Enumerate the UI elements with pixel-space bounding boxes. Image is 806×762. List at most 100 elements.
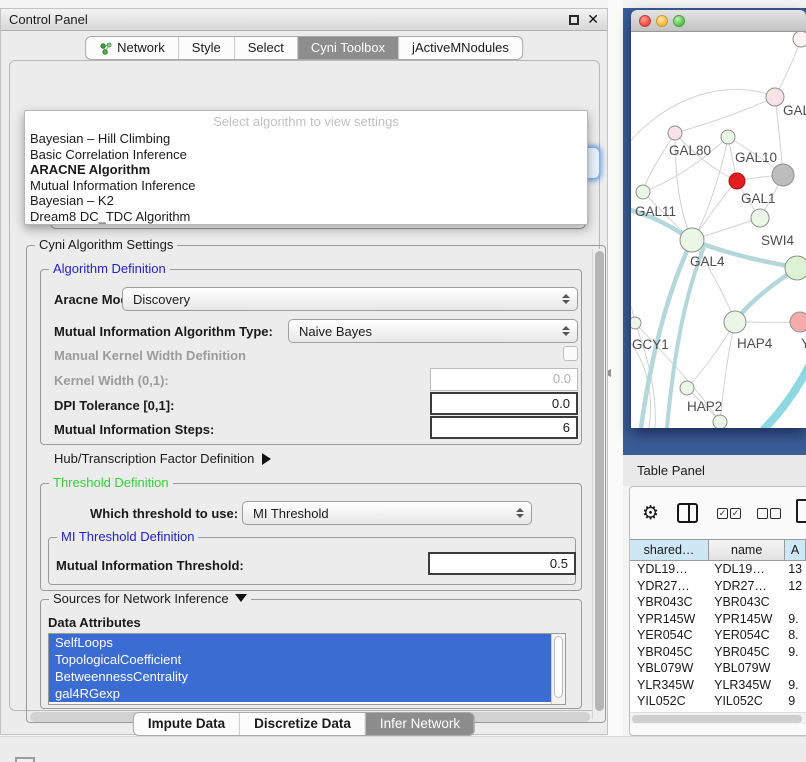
attribute-list-item[interactable]: gal4RGexp [49, 685, 553, 702]
algorithm-dropdown-placeholder: Select algorithm to view settings [25, 113, 587, 131]
mi-type-combo[interactable]: Naive Bayes [288, 319, 578, 343]
zoom-traffic-light[interactable] [673, 15, 685, 27]
network-node-gal[interactable] [766, 88, 784, 106]
algorithm-option[interactable]: Bayesian – K2 [25, 193, 587, 209]
sources-group-title[interactable]: Sources for Network Inference [49, 591, 251, 606]
dpi-tolerance-field[interactable]: 0.0 [430, 392, 578, 415]
checked-checkbox-icon[interactable]: ✓ [717, 508, 728, 519]
network-edge[interactable] [641, 240, 692, 428]
tab-cyni-toolbox[interactable]: Cyni Toolbox [297, 37, 398, 59]
table-cell: YDL19… [630, 561, 709, 578]
collapsed-panel-grip[interactable] [15, 757, 35, 762]
attribute-list-item[interactable]: SelfLoops [49, 634, 553, 651]
network-edge[interactable] [675, 97, 775, 133]
close-icon[interactable]: ✕ [587, 11, 599, 28]
network-node-y[interactable] [790, 312, 806, 332]
table-cell: YBR043C [709, 594, 785, 611]
split-divider[interactable] [608, 0, 623, 762]
network-edge[interactable] [643, 133, 675, 192]
network-node-gal11[interactable] [636, 185, 650, 199]
mi-steps-field[interactable]: 6 [430, 416, 578, 439]
table-column-header[interactable]: name [709, 540, 785, 560]
which-threshold-combo[interactable]: MI Threshold [242, 501, 532, 525]
table-horizontal-scrollbar[interactable] [630, 712, 806, 724]
network-node-hap4[interactable] [724, 311, 746, 333]
tab-select[interactable]: Select [234, 37, 297, 59]
network-node-gal4[interactable] [680, 228, 704, 252]
table-row[interactable]: YBL079WYBL079W [630, 660, 806, 677]
table-row[interactable]: YDL19…YDL19…13 [630, 561, 806, 578]
algorithm-option[interactable]: Dream8 DC_TDC Algorithm [25, 209, 587, 225]
network-edge[interactable] [775, 39, 801, 97]
network-node-gal10[interactable] [721, 130, 735, 144]
network-edge[interactable] [687, 322, 735, 388]
stepper-arrows-icon [562, 326, 570, 336]
aracne-mode-value: Discovery [133, 292, 190, 307]
network-node[interactable] [793, 32, 806, 47]
table-cell: 9. [785, 611, 806, 628]
tab-discretize-data[interactable]: Discretize Data [239, 713, 365, 735]
attribute-list-item[interactable]: TopologicalCoefficient [49, 651, 553, 668]
network-edge[interactable] [763, 354, 806, 428]
unchecked-checkbox-icon[interactable] [770, 508, 781, 519]
network-canvas[interactable]: GALGAL80GAL10GAL1GAL11SWI4GAL4GCY1HAP4YH… [631, 32, 806, 428]
table-column-header[interactable]: shared… [630, 540, 709, 560]
table-cell: YIL052C [709, 693, 785, 710]
network-node-gal1[interactable] [751, 209, 769, 227]
table-row[interactable]: YLR345WYLR345W9. [630, 677, 806, 694]
aracne-mode-combo[interactable]: Discovery [122, 287, 578, 311]
algorithm-option[interactable]: Bayesian – Hill Climbing [25, 131, 587, 147]
unchecked-checkbox-icon[interactable] [757, 508, 768, 519]
table-row[interactable]: YDR27…YDR27…12 [630, 578, 806, 595]
attribute-list-item[interactable]: BetweennessCentrality [49, 668, 553, 685]
table-cell: YBR043C [630, 594, 709, 611]
network-view-area: GALGAL80GAL10GAL1GAL11SWI4GAL4GCY1HAP4YH… [623, 8, 806, 455]
table-cell: 9. [785, 644, 806, 661]
table-cell: 12 [785, 578, 806, 595]
tab-infer-network[interactable]: Infer Network [365, 713, 474, 735]
minimize-traffic-light[interactable] [656, 15, 668, 27]
table-body: YDL19…YDL19…13YDR27…YDR27…12YBR043CYBR04… [630, 561, 806, 712]
table-row[interactable]: YPR145WYPR145W9. [630, 611, 806, 628]
algorithm-option[interactable]: ARACNE Algorithm [25, 162, 587, 178]
algorithm-option[interactable]: Basic Correlation Inference [25, 147, 587, 163]
algorithm-option[interactable]: Mutual Information Inference [25, 178, 587, 194]
split-columns-icon[interactable] [677, 503, 698, 523]
network-window-titlebar[interactable] [631, 10, 806, 32]
table-row[interactable]: YBR043CYBR043C [630, 594, 806, 611]
settings-scrollbar[interactable] [592, 249, 605, 719]
network-node-gcy1[interactable] [631, 317, 641, 329]
network-node[interactable] [713, 415, 727, 428]
network-node-label: SWI4 [761, 233, 794, 248]
float-icon[interactable] [569, 15, 579, 25]
network-node[interactable] [729, 173, 745, 189]
tab-style[interactable]: Style [178, 37, 234, 59]
table-row[interactable]: YER054CYER054C8. [630, 627, 806, 644]
table-row[interactable]: YBR045CYBR045C9. [630, 644, 806, 661]
tab-jactivemnodules[interactable]: jActiveMNodules [398, 37, 522, 59]
table-hscroll-thumb[interactable] [632, 715, 802, 723]
page-icon[interactable] [796, 499, 806, 523]
stepper-arrows-icon [516, 508, 524, 518]
attributes-scrollbar[interactable] [551, 634, 565, 704]
checked-checkbox-icon[interactable]: ✓ [730, 508, 741, 519]
settings-scrollbar-thumb[interactable] [595, 251, 604, 711]
network-node-swi4[interactable] [785, 256, 806, 280]
manual-kernel-checkbox[interactable] [563, 346, 578, 361]
table-column-header[interactable]: A [785, 540, 806, 560]
data-attributes-list[interactable]: SelfLoopsTopologicalCoefficientBetweenne… [48, 633, 566, 705]
network-node-gal80[interactable] [668, 126, 682, 140]
tab-impute-data[interactable]: Impute Data [134, 713, 239, 735]
mi-threshold-field[interactable]: 0.5 [428, 552, 576, 575]
table-row[interactable]: YIL052CYIL052C9 [630, 693, 806, 710]
attributes-scrollbar-thumb[interactable] [554, 636, 563, 698]
tab-network[interactable]: Network [86, 37, 178, 59]
network-node-hap2[interactable] [680, 381, 694, 395]
close-traffic-light[interactable] [639, 15, 651, 27]
network-node[interactable] [772, 164, 794, 186]
kernel-width-field[interactable]: 0.0 [430, 368, 578, 391]
gear-icon[interactable]: ⚙ [642, 503, 659, 523]
network-edge[interactable] [631, 89, 775, 150]
hub-tf-definition-expander[interactable]: Hub/Transcription Factor Definition [54, 451, 271, 466]
table-cell: YLR345W [709, 677, 785, 694]
